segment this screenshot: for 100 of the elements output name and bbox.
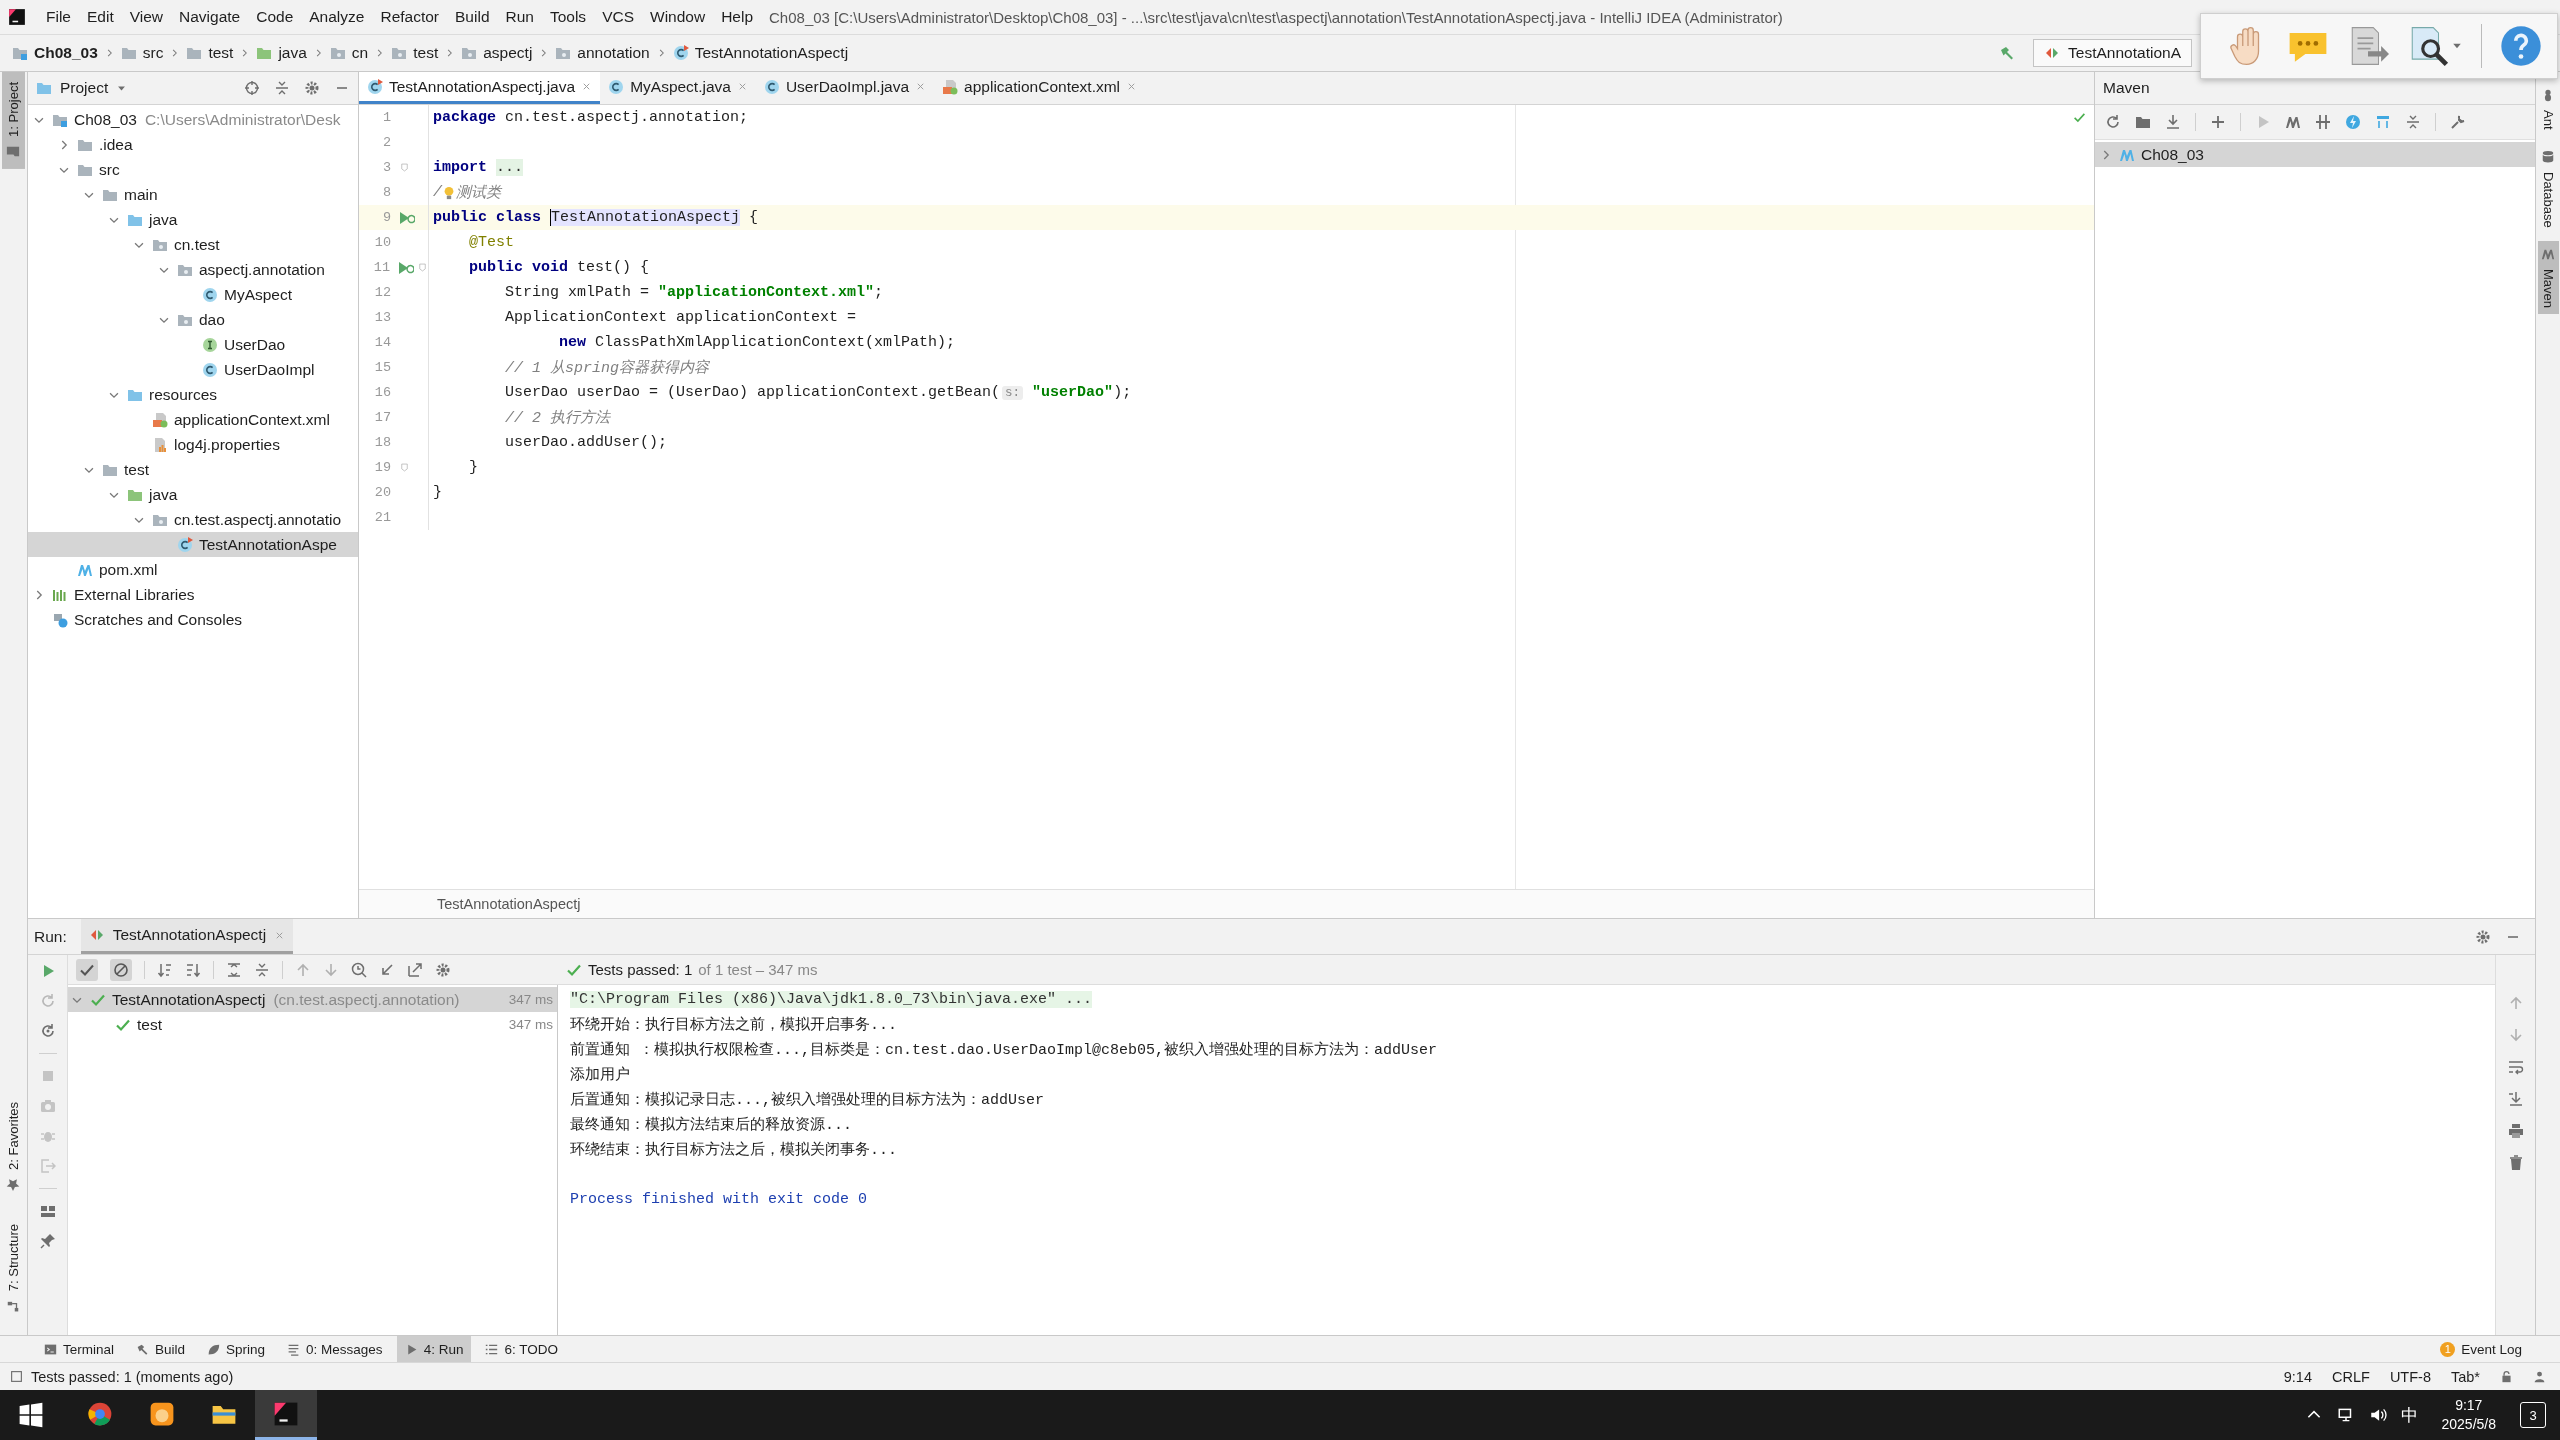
breadcrumb-item[interactable]: java [252, 44, 311, 62]
windows-start-icon[interactable] [18, 1402, 44, 1428]
run-test-icon[interactable] [398, 259, 414, 276]
run-configuration-dropdown[interactable]: TestAnnotationA [2033, 39, 2192, 67]
printer-icon[interactable] [2507, 1123, 2524, 1139]
run-tab[interactable]: TestAnnotationAspectj [80, 919, 294, 954]
menu-item[interactable]: Build [447, 8, 498, 26]
tree-item[interactable]: src [28, 157, 358, 182]
ignored-icon[interactable] [110, 958, 132, 981]
scroll-to-end-icon[interactable] [2507, 1091, 2524, 1107]
refresh-icon[interactable] [2105, 114, 2121, 130]
export-icon[interactable] [407, 961, 423, 978]
tree-item[interactable]: External Libraries [28, 582, 358, 607]
wrench-icon[interactable] [2450, 114, 2466, 130]
editor-tab[interactable]: MyAspect.java [600, 72, 756, 104]
tool-window-tab[interactable]: 0: Messages [279, 1336, 391, 1362]
diagram-icon[interactable] [2375, 114, 2391, 130]
menu-item[interactable]: View [121, 8, 172, 26]
folded-code[interactable]: ... [496, 159, 524, 176]
history-icon[interactable] [351, 961, 367, 978]
skip-tests-icon[interactable] [2315, 114, 2331, 130]
menu-item[interactable]: Help [713, 8, 762, 26]
tree-item[interactable]: UserDaoImpl [28, 357, 358, 382]
sort-icon[interactable] [185, 961, 201, 978]
tree-item[interactable]: TestAnnotationAspectj (cn.test.aspectj.annotation) 347 ms [68, 987, 557, 1012]
tool-window-tab[interactable]: 2: Favorites [2, 1091, 25, 1202]
menu-item[interactable]: Code [248, 8, 302, 26]
crosshair-icon[interactable] [244, 80, 260, 96]
tree-item[interactable]: log4j.properties [28, 432, 358, 457]
taskbar-app[interactable] [255, 1390, 317, 1440]
expand-all-icon[interactable] [226, 961, 242, 978]
menu-item[interactable]: VCS [594, 8, 642, 26]
download-icon[interactable] [2165, 114, 2181, 130]
tool-window-tab[interactable]: Terminal [36, 1336, 122, 1362]
tree-item[interactable]: cn.test [28, 232, 358, 257]
breadcrumb-item[interactable]: test [182, 44, 238, 62]
breadcrumb-item[interactable]: src [116, 44, 168, 62]
lock-icon[interactable] [2500, 1370, 2513, 1383]
collapse-all-icon[interactable] [254, 961, 270, 978]
editor-tab[interactable]: applicationContext.xml [934, 72, 1146, 104]
tree-item[interactable]: TestAnnotationAspe [28, 532, 358, 557]
layout-icon[interactable] [39, 1203, 56, 1219]
event-log-button[interactable]: 1 Event Log [2440, 1341, 2522, 1357]
menu-item[interactable]: Navigate [171, 8, 249, 26]
lightning-icon[interactable] [2345, 114, 2361, 130]
menu-item[interactable]: File [38, 8, 79, 26]
tool-window-tab[interactable]: Build [128, 1336, 194, 1362]
notification-center-button[interactable]: 3 [2520, 1402, 2546, 1428]
breadcrumb-item[interactable]: test [387, 44, 443, 62]
plus-icon[interactable] [2210, 114, 2226, 130]
menu-item[interactable]: Edit [79, 8, 122, 26]
collapse-all-icon[interactable] [2405, 114, 2421, 130]
status-item[interactable]: CRLF [2332, 1368, 2370, 1385]
tree-item[interactable]: test 347 ms [68, 1012, 557, 1037]
tree-item[interactable]: UserDao [28, 332, 358, 357]
soft-wrap-icon[interactable] [2507, 1059, 2524, 1075]
tool-window-tab[interactable]: Maven [2537, 241, 2559, 315]
tool-window-tab[interactable]: 1: Project [2, 72, 25, 169]
tree-item[interactable]: Ch08_03 C:\Users\Administrator\Desk [28, 107, 358, 132]
check-icon[interactable] [76, 958, 98, 981]
tool-window-tab[interactable]: 7: Structure [2, 1213, 25, 1323]
tree-item[interactable]: main [28, 182, 358, 207]
help-icon[interactable] [2500, 25, 2542, 67]
status-item[interactable]: UTF-8 [2389, 1368, 2431, 1385]
hammer-icon[interactable] [1999, 45, 2016, 61]
editor-tab[interactable]: UserDaoImpl.java [755, 72, 935, 104]
sort-icon[interactable] [157, 961, 173, 978]
tool-window-tab[interactable]: 6: TODO [477, 1336, 566, 1362]
editor-tab[interactable]: TestAnnotationAspectj.java [359, 72, 601, 104]
tool-window-tab[interactable]: Ant [2537, 82, 2559, 136]
trash-icon[interactable] [2507, 1155, 2524, 1171]
tool-window-tab[interactable]: 4: Run [396, 1336, 472, 1362]
menu-item[interactable]: Refactor [372, 8, 448, 26]
tree-item[interactable]: aspectj.annotation [28, 257, 358, 282]
folder-icon[interactable] [2135, 114, 2151, 130]
menu-item[interactable]: Analyze [301, 8, 373, 26]
breadcrumb-item[interactable]: TestAnnotationAspectj [437, 896, 581, 912]
status-item[interactable]: 9:14 [2283, 1368, 2312, 1385]
tool-window-tab[interactable]: Spring [199, 1336, 274, 1362]
settings-icon[interactable] [2475, 928, 2491, 945]
menu-item[interactable]: Tools [541, 8, 595, 26]
menu-item[interactable]: Run [497, 8, 542, 26]
tree-item[interactable]: applicationContext.xml [28, 407, 358, 432]
tree-item[interactable]: resources [28, 382, 358, 407]
breadcrumb-item[interactable]: annotation [551, 44, 654, 62]
settings-icon[interactable] [304, 80, 320, 96]
settings-icon[interactable] [435, 961, 451, 978]
tree-item[interactable]: Ch08_03 [2095, 142, 2535, 167]
breadcrumb-item[interactable]: Ch08_03 [8, 44, 102, 62]
breadcrumb-item[interactable]: TestAnnotationAspectj [668, 44, 853, 62]
tree-item[interactable]: Scratches and Consoles [28, 607, 358, 632]
tree-item[interactable]: dao [28, 307, 358, 332]
tree-item[interactable]: java [28, 207, 358, 232]
menu-item[interactable]: Window [642, 8, 714, 26]
tool-window-tab[interactable]: Database [2537, 143, 2559, 234]
tree-item[interactable]: .idea [28, 132, 358, 157]
breadcrumb-item[interactable]: aspectj [457, 44, 537, 62]
breadcrumb-item[interactable]: cn [325, 44, 373, 62]
panel-icon[interactable] [10, 1370, 23, 1383]
panel-title-dropdown[interactable]: Project [36, 79, 128, 97]
